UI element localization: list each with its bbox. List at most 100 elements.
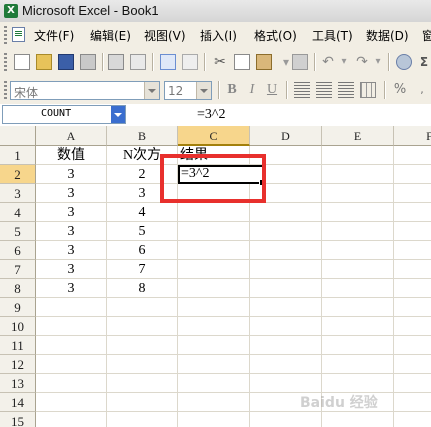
cell-e9[interactable] <box>322 298 394 317</box>
menu-tools[interactable]: 工具(T) <box>312 27 353 44</box>
autosum-icon[interactable]: Σ <box>416 54 431 70</box>
align-center-icon[interactable] <box>316 82 332 98</box>
cell-e11[interactable] <box>322 336 394 355</box>
row-header-12[interactable]: 12 <box>0 355 36 374</box>
cell-c8[interactable] <box>178 279 250 298</box>
cell-b11[interactable] <box>107 336 178 355</box>
cell-f8[interactable] <box>394 279 431 298</box>
cell-d10[interactable] <box>250 317 322 336</box>
align-right-icon[interactable] <box>338 82 354 98</box>
cell-a4[interactable]: 3 <box>36 203 107 222</box>
row-header-5[interactable]: 5 <box>0 222 36 241</box>
cell-e12[interactable] <box>322 355 394 374</box>
cell-c5[interactable] <box>178 222 250 241</box>
cell-f10[interactable] <box>394 317 431 336</box>
cell-f6[interactable] <box>394 241 431 260</box>
cell-c11[interactable] <box>178 336 250 355</box>
cell-a3[interactable]: 3 <box>36 184 107 203</box>
cell-a6[interactable]: 3 <box>36 241 107 260</box>
row-header-3[interactable]: 3 <box>0 184 36 203</box>
redo-icon[interactable]: ↷ <box>354 54 370 70</box>
cell-b12[interactable] <box>107 355 178 374</box>
toolbar-grip[interactable] <box>4 81 7 99</box>
cell-b13[interactable] <box>107 374 178 393</box>
cell-a9[interactable] <box>36 298 107 317</box>
row-header-1[interactable]: 1 <box>0 146 36 165</box>
copy-icon[interactable] <box>234 54 250 70</box>
cell-c12[interactable] <box>178 355 250 374</box>
new-icon[interactable] <box>14 54 30 70</box>
workbook-icon[interactable] <box>12 27 25 42</box>
cell-e6[interactable] <box>322 241 394 260</box>
menu-edit[interactable]: 编辑(E) <box>90 27 131 44</box>
row-header-14[interactable]: 14 <box>0 393 36 412</box>
cell-a14[interactable] <box>36 393 107 412</box>
cell-e15[interactable] <box>322 412 394 427</box>
undo-icon[interactable]: ↶ <box>320 54 336 70</box>
cell-a8[interactable]: 3 <box>36 279 107 298</box>
column-header-f[interactable]: F <box>394 126 431 146</box>
cell-a1[interactable]: 数值 <box>36 146 107 165</box>
cell-e10[interactable] <box>322 317 394 336</box>
cell-e13[interactable] <box>322 374 394 393</box>
format-painter-icon[interactable] <box>292 54 308 70</box>
print-icon[interactable] <box>108 54 124 70</box>
comma-style-icon[interactable]: , <box>414 82 430 98</box>
cell-c10[interactable] <box>178 317 250 336</box>
menu-file[interactable]: 文件(F) <box>34 27 74 44</box>
cell-a13[interactable] <box>36 374 107 393</box>
cut-icon[interactable]: ✂ <box>212 54 228 70</box>
cell-b10[interactable] <box>107 317 178 336</box>
cell-b9[interactable] <box>107 298 178 317</box>
cell-c13[interactable] <box>178 374 250 393</box>
cell-a7[interactable]: 3 <box>36 260 107 279</box>
cell-f4[interactable] <box>394 203 431 222</box>
name-box[interactable]: COUNT <box>2 105 126 124</box>
cell-b5[interactable]: 5 <box>107 222 178 241</box>
chevron-down-icon[interactable] <box>144 82 159 99</box>
paste-icon[interactable] <box>256 54 272 70</box>
cell-b4[interactable]: 4 <box>107 203 178 222</box>
cell-c4[interactable] <box>178 203 250 222</box>
cell-c15[interactable] <box>178 412 250 427</box>
cell-c9[interactable] <box>178 298 250 317</box>
cell-e5[interactable] <box>322 222 394 241</box>
column-header-d[interactable]: D <box>250 126 322 146</box>
cell-e7[interactable] <box>322 260 394 279</box>
cell-e1[interactable] <box>322 146 394 165</box>
cell-d11[interactable] <box>250 336 322 355</box>
merge-center-icon[interactable] <box>360 82 376 98</box>
row-header-13[interactable]: 13 <box>0 374 36 393</box>
cell-a15[interactable] <box>36 412 107 427</box>
font-size-combo[interactable]: 12 <box>164 81 212 100</box>
cell-e3[interactable] <box>322 184 394 203</box>
cell-d4[interactable] <box>250 203 322 222</box>
cell-d5[interactable] <box>250 222 322 241</box>
menu-data[interactable]: 数据(D) <box>366 27 409 44</box>
menu-view[interactable]: 视图(V) <box>144 27 186 44</box>
font-name-combo[interactable]: 宋体 <box>10 81 160 100</box>
cell-f14[interactable] <box>394 393 431 412</box>
excel-icon[interactable]: X <box>4 4 18 18</box>
row-header-7[interactable]: 7 <box>0 260 36 279</box>
row-header-9[interactable]: 9 <box>0 298 36 317</box>
cell-b15[interactable] <box>107 412 178 427</box>
cell-d15[interactable] <box>250 412 322 427</box>
cell-c14[interactable] <box>178 393 250 412</box>
save-icon[interactable] <box>58 54 74 70</box>
cell-c6[interactable] <box>178 241 250 260</box>
cell-f3[interactable] <box>394 184 431 203</box>
column-header-c[interactable]: C <box>178 126 250 146</box>
cell-f15[interactable] <box>394 412 431 427</box>
undo-dropdown-icon[interactable]: ▾ <box>336 54 352 70</box>
cell-b6[interactable]: 6 <box>107 241 178 260</box>
cell-d12[interactable] <box>250 355 322 374</box>
row-header-11[interactable]: 11 <box>0 336 36 355</box>
cell-a11[interactable] <box>36 336 107 355</box>
cell-f12[interactable] <box>394 355 431 374</box>
cell-f9[interactable] <box>394 298 431 317</box>
cell-b7[interactable]: 7 <box>107 260 178 279</box>
formula-input[interactable]: =3^2 <box>197 107 225 123</box>
cell-a5[interactable]: 3 <box>36 222 107 241</box>
menubar-grip[interactable] <box>4 26 7 44</box>
